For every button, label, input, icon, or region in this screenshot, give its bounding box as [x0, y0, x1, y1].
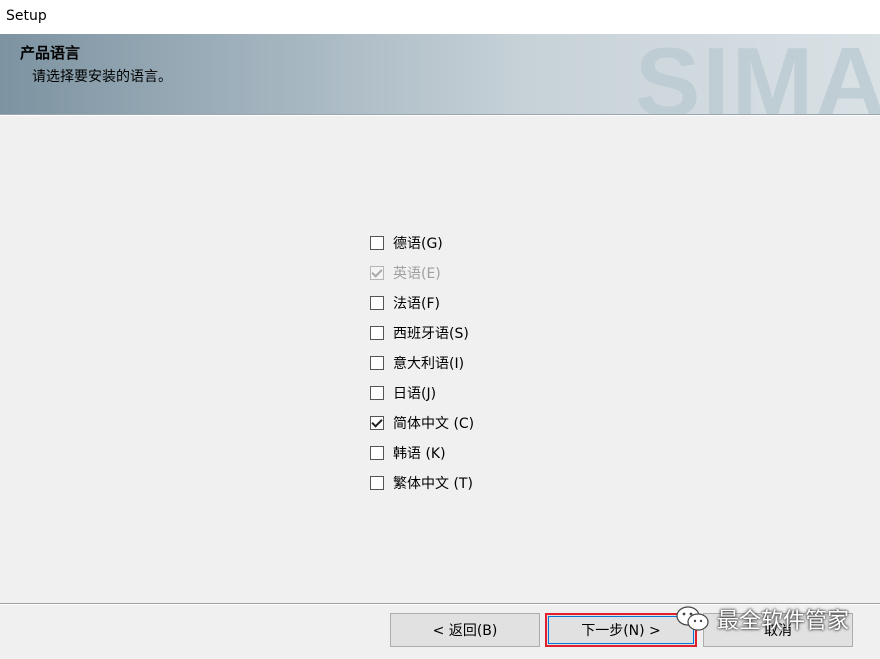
language-checkbox-simplified-chinese[interactable]: 简体中文 (C) [370, 408, 474, 438]
language-checkbox-japanese[interactable]: 日语(J) [370, 378, 474, 408]
checkbox-icon[interactable] [370, 236, 384, 250]
back-button[interactable]: < 返回(B) [390, 613, 540, 647]
language-list: 德语(G) 英语(E) 法语(F) 西班牙语(S) 意大利语(I) 日语(J) … [370, 228, 474, 498]
checkbox-icon[interactable] [370, 446, 384, 460]
language-checkbox-italian[interactable]: 意大利语(I) [370, 348, 474, 378]
language-checkbox-french[interactable]: 法语(F) [370, 288, 474, 318]
next-button[interactable]: 下一步(N) > [545, 613, 697, 647]
language-checkbox-korean[interactable]: 韩语 (K) [370, 438, 474, 468]
language-label: 日语(J) [393, 386, 437, 402]
checkbox-icon[interactable] [370, 296, 384, 310]
language-label: 西班牙语(S) [393, 326, 469, 342]
language-label: 意大利语(I) [393, 356, 465, 372]
page-title: 产品语言 [20, 44, 81, 62]
checkbox-icon[interactable] [370, 476, 384, 490]
checkbox-icon[interactable] [370, 386, 384, 400]
language-checkbox-traditional-chinese[interactable]: 繁体中文 (T) [370, 468, 474, 498]
language-panel: 德语(G) 英语(E) 法语(F) 西班牙语(S) 意大利语(I) 日语(J) … [0, 116, 880, 603]
checkbox-icon[interactable] [370, 326, 384, 340]
language-checkbox-spanish[interactable]: 西班牙语(S) [370, 318, 474, 348]
language-checkbox-german[interactable]: 德语(G) [370, 228, 474, 258]
language-label: 英语(E) [393, 266, 441, 282]
footer-divider-highlight [0, 604, 880, 605]
title-bar: Setup [0, 0, 880, 35]
language-label: 法语(F) [393, 296, 440, 312]
header-banner: SIMA 产品语言 请选择要安装的语言。 [0, 34, 880, 114]
window-title: Setup [6, 8, 47, 24]
checkbox-icon[interactable] [370, 266, 384, 280]
language-label: 韩语 (K) [393, 446, 446, 462]
language-label: 简体中文 (C) [393, 416, 475, 432]
cancel-button[interactable]: 取消 [703, 613, 853, 647]
checkbox-icon[interactable] [370, 416, 384, 430]
page-subtitle: 请选择要安装的语言。 [32, 69, 172, 85]
language-checkbox-english[interactable]: 英语(E) [370, 258, 474, 288]
checkbox-icon[interactable] [370, 356, 384, 370]
language-label: 德语(G) [393, 236, 443, 252]
language-label: 繁体中文 (T) [393, 476, 473, 492]
banner-watermark: SIMA [635, 34, 880, 114]
